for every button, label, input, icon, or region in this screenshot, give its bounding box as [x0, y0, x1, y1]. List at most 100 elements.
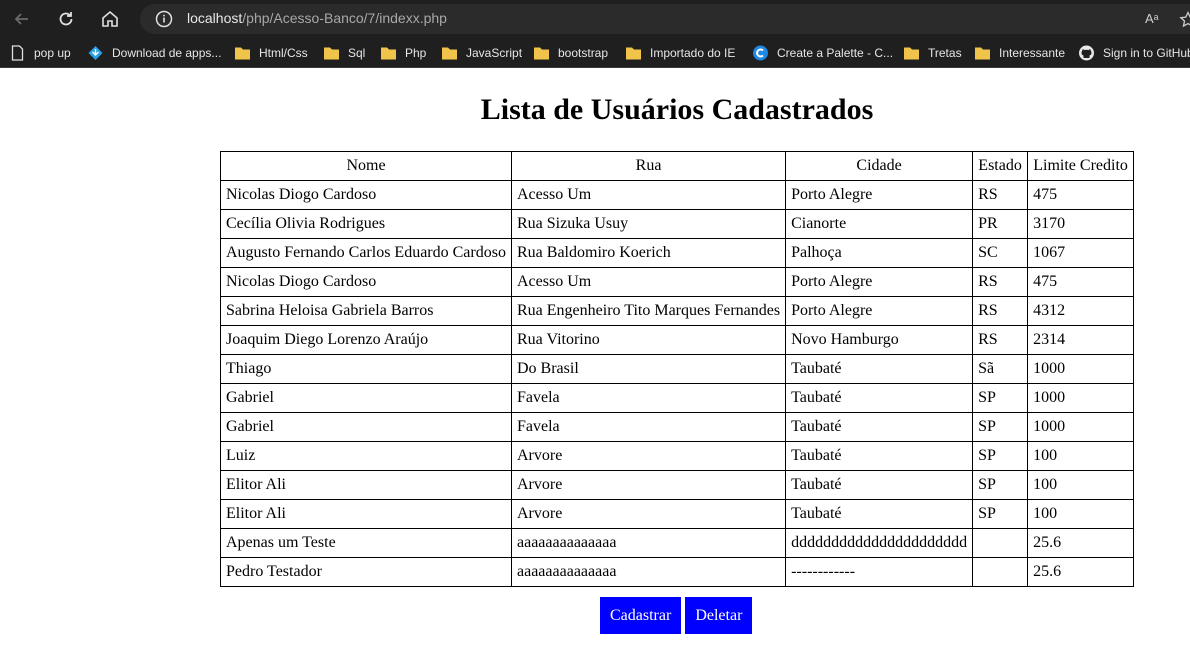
- cell-rua: aaaaaaaaaaaaaa: [510, 528, 787, 558]
- cell-limite-credito: 1000: [1027, 354, 1135, 384]
- folder-icon: [235, 47, 250, 60]
- github-icon: [1079, 45, 1094, 61]
- cell-cidade: Taubaté: [785, 383, 974, 413]
- cell-cidade: Porto Alegre: [785, 267, 974, 297]
- cell-cidade: Novo Hamburgo: [785, 325, 974, 355]
- bookmark-pop-up[interactable]: pop up: [9, 43, 71, 63]
- cell-estado: [972, 557, 1029, 587]
- cell-limite-credito: 25.6: [1027, 528, 1135, 558]
- bookmark-label: Sql: [348, 46, 366, 60]
- cell-limite-credito: 100: [1027, 441, 1135, 471]
- cell-nome: Elitor Ali: [220, 470, 512, 500]
- table-header-row: Nome Rua Cidade Estado Limite Credito: [220, 151, 1135, 181]
- cell-rua: Arvore: [510, 499, 787, 529]
- cell-estado: RS: [972, 325, 1029, 355]
- cell-cidade: Porto Alegre: [785, 180, 974, 210]
- cell-estado: [972, 528, 1029, 558]
- bookmark-label: Importado do IE: [650, 46, 736, 60]
- bookmark-tretas[interactable]: Tretas: [903, 43, 962, 63]
- table-row: Elitor Ali Arvore Taubaté SP 100: [220, 499, 1135, 529]
- cell-limite-credito: 4312: [1027, 296, 1135, 326]
- address-bar[interactable]: localhost/php/Acesso-Banco/7/indexx.php …: [140, 4, 1190, 34]
- cell-rua: Rua Vitorino: [510, 325, 787, 355]
- cell-estado: SP: [972, 412, 1029, 442]
- bookmark-label: pop up: [34, 46, 71, 60]
- cell-limite-credito: 1000: [1027, 412, 1135, 442]
- page-title: Lista de Usuários Cadastrados: [480, 93, 874, 126]
- cell-limite-credito: 2314: [1027, 325, 1135, 355]
- bookmark-label: Sign in to GitHub: [1103, 46, 1190, 60]
- cell-nome: Apenas um Teste: [220, 528, 512, 558]
- cell-estado: SC: [972, 238, 1029, 268]
- bookmark-label: Download de apps...: [112, 46, 222, 60]
- bookmark-label: Tretas: [928, 46, 962, 60]
- bookmark-javascript[interactable]: JavaScript: [441, 43, 522, 63]
- table-row: Nicolas Diogo Cardoso Acesso Um Porto Aleg…: [220, 267, 1135, 297]
- bookmark-label: bootstrap: [558, 46, 609, 60]
- folder-icon: [534, 47, 549, 60]
- back-arrow-icon[interactable]: [11, 8, 33, 30]
- cell-rua: Arvore: [510, 470, 787, 500]
- cell-rua: Rua Sizuka Usuy: [510, 209, 787, 239]
- cell-rua: Acesso Um: [510, 267, 787, 297]
- url-path: /php/Acesso-Banco/7/indexx.php: [242, 10, 447, 26]
- folder-icon: [324, 47, 339, 60]
- cell-nome: Cecília Olivia Rodrigues: [220, 209, 512, 239]
- page-icon: [11, 45, 24, 61]
- table-row: Gabriel Favela Taubaté SP 1000: [220, 412, 1135, 442]
- cell-nome: Nicolas Diogo Cardoso: [220, 267, 512, 297]
- bookmark-create-palette[interactable]: Create a Palette - C...: [752, 43, 893, 63]
- table-row: Gabriel Favela Taubaté SP 1000: [220, 383, 1135, 413]
- browser-toolbar: localhost/php/Acesso-Banco/7/indexx.php …: [0, 0, 1190, 38]
- cell-nome: Thiago: [220, 354, 512, 384]
- cell-estado: SP: [972, 441, 1029, 471]
- register-button[interactable]: Cadastrar: [600, 597, 682, 634]
- cell-nome: Gabriel: [220, 412, 512, 442]
- cell-nome: Luiz: [220, 441, 512, 471]
- folder-icon: [975, 47, 990, 60]
- cell-limite-credito: 25.6: [1027, 557, 1135, 587]
- bookmark-download-apps[interactable]: Download de apps...: [87, 43, 221, 63]
- cell-estado: RS: [972, 180, 1029, 210]
- table-row: Nicolas Diogo Cardoso Acesso Um Porto Aleg…: [220, 180, 1135, 210]
- favorite-star-icon[interactable]: [1179, 11, 1190, 29]
- cell-nome: Augusto Fernando Carlos Eduardo Cardoso: [220, 238, 512, 268]
- folder-icon: [442, 47, 457, 60]
- bookmark-sql[interactable]: Sql: [323, 43, 365, 63]
- cell-cidade: dddddddddddddddddddddd: [785, 528, 974, 558]
- bookmark-label: Php: [405, 46, 427, 60]
- table-row: Augusto Fernando Carlos Eduardo Cardoso R…: [220, 238, 1135, 268]
- cell-rua: Favela: [510, 383, 787, 413]
- cell-cidade: Taubaté: [785, 412, 974, 442]
- cell-estado: PR: [972, 209, 1029, 239]
- cell-estado: RS: [972, 267, 1029, 297]
- delete-button[interactable]: Deletar: [685, 597, 753, 634]
- cell-limite-credito: 3170: [1027, 209, 1135, 239]
- bookmark-php[interactable]: Php: [380, 43, 426, 63]
- cell-nome: Nicolas Diogo Cardoso: [220, 180, 512, 210]
- column-header-nome: Nome: [220, 151, 512, 181]
- cell-cidade: Cianorte: [785, 209, 974, 239]
- bookmarks-bar: pop up Download de apps... Html/Css Sql …: [0, 38, 1190, 68]
- table-row: Elitor Ali Arvore Taubaté SP 100: [220, 470, 1135, 500]
- cell-limite-credito: 475: [1027, 267, 1135, 297]
- read-aloud-icon[interactable]: Aᵃ: [1145, 11, 1163, 29]
- cell-cidade: ------------: [785, 557, 974, 587]
- table-row: Sabrina Heloisa Gabriela Barros Rua Engen…: [220, 296, 1135, 326]
- home-icon[interactable]: [99, 8, 121, 30]
- info-icon[interactable]: [155, 10, 173, 28]
- bookmark-html-css[interactable]: Html/Css: [234, 43, 308, 63]
- cell-rua: Rua Engenheiro Tito Marques Fernandes: [510, 296, 787, 326]
- url-text[interactable]: localhost/php/Acesso-Banco/7/indexx.php: [187, 10, 447, 26]
- cell-rua: Acesso Um: [510, 180, 787, 210]
- refresh-icon[interactable]: [55, 8, 77, 30]
- bookmark-bootstrap[interactable]: bootstrap: [533, 43, 608, 63]
- bookmark-importado-ie[interactable]: Importado do IE: [625, 43, 735, 63]
- bookmark-github[interactable]: Sign in to GitHub: [1078, 43, 1190, 63]
- cell-nome: Sabrina Heloisa Gabriela Barros: [220, 296, 512, 326]
- bookmark-interessante[interactable]: Interessante: [974, 43, 1065, 63]
- cell-estado: RS: [972, 296, 1029, 326]
- cell-cidade: Taubaté: [785, 499, 974, 529]
- bookmark-label: JavaScript: [466, 46, 523, 60]
- folder-icon: [904, 47, 919, 60]
